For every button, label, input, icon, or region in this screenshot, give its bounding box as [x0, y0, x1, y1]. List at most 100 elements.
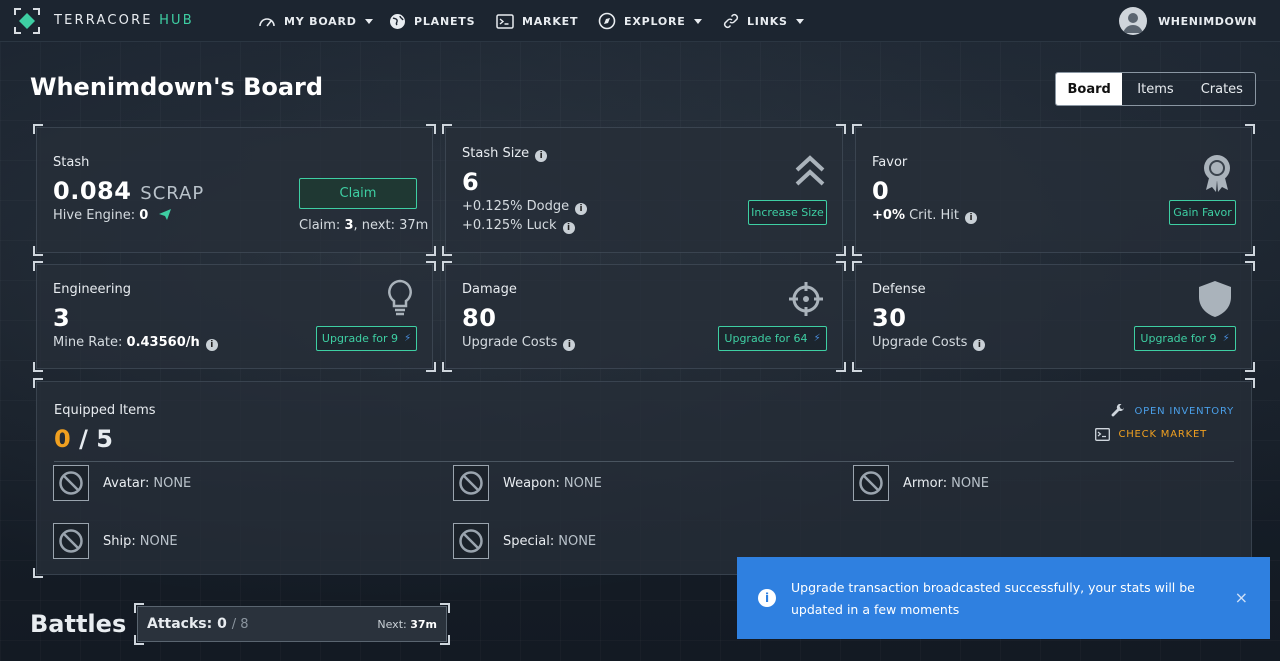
- dodge-stat: +0.125% Dodge i: [462, 199, 588, 215]
- bolt-icon: ⚡: [404, 333, 412, 344]
- page-title: Whenimdown's Board: [30, 73, 324, 101]
- increase-size-button[interactable]: Increase Size: [748, 200, 827, 225]
- bolt-icon: ⚡: [813, 333, 821, 344]
- gain-favor-button[interactable]: Gain Favor: [1169, 200, 1236, 225]
- chevron-down-icon: [693, 18, 702, 24]
- slot-ship[interactable]: Ship: NONE: [53, 523, 178, 559]
- close-icon[interactable]: ×: [1235, 588, 1248, 607]
- defense-card: Defense 30 Upgrade Costs i Upgrade for 9 ⚡: [852, 261, 1255, 372]
- nav-links[interactable]: LINKS: [723, 0, 804, 42]
- info-icon[interactable]: i: [205, 339, 218, 351]
- claim-info: Claim: 3, next: 37m: [299, 218, 429, 233]
- tab-crates[interactable]: Crates: [1189, 73, 1255, 105]
- info-icon[interactable]: i: [562, 222, 575, 234]
- claim-button[interactable]: Claim: [299, 178, 417, 209]
- send-icon[interactable]: [158, 208, 172, 225]
- nav-market-label: MARKET: [522, 14, 579, 28]
- user-menu[interactable]: WHENIMDOWN: [1119, 0, 1257, 42]
- slot-empty-icon: [453, 465, 489, 501]
- toast-message: Upgrade transaction broadcasted successf…: [791, 580, 1195, 617]
- info-icon[interactable]: i: [973, 339, 986, 351]
- attacks-panel: Attacks: 0 / 8 Next: 37m: [134, 603, 450, 645]
- terracore-logo-icon: [13, 7, 41, 35]
- shield-icon: [1197, 280, 1233, 322]
- favor-label: Favor: [872, 155, 908, 170]
- lightbulb-icon: [386, 279, 414, 321]
- slot-empty-icon: [53, 465, 89, 501]
- slot-special[interactable]: Special: NONE: [453, 523, 596, 559]
- stash-size-label: Stash Size i: [462, 146, 548, 162]
- compass-icon: [598, 12, 616, 30]
- top-navbar: TERRACORE HUB MY BOARD PLANETS MARKET EX…: [0, 0, 1280, 42]
- attacks-next: Next: 37m: [377, 618, 437, 631]
- open-inventory-link[interactable]: OPEN INVENTORY: [1111, 404, 1234, 419]
- board-tabs: Board Items Crates: [1055, 72, 1256, 106]
- award-badge-icon: [1201, 153, 1233, 197]
- favor-value: 0: [872, 177, 890, 205]
- nav-my-board-label: MY BOARD: [284, 14, 357, 28]
- battles-title: Battles: [30, 610, 127, 638]
- favor-card: Favor 0 +0% Crit. Hit i Gain Favor: [852, 124, 1255, 256]
- info-icon[interactable]: i: [575, 203, 588, 215]
- nav-explore[interactable]: EXPLORE: [598, 0, 702, 42]
- nav-planets[interactable]: PLANETS: [389, 0, 475, 42]
- info-icon[interactable]: i: [563, 339, 576, 351]
- crit-hit-stat: +0% Crit. Hit i: [872, 208, 977, 224]
- crosshair-icon: [788, 281, 824, 321]
- damage-upgrade-costs: Upgrade Costs i: [462, 335, 576, 351]
- luck-stat: +0.125% Luck i: [462, 218, 575, 234]
- equipped-count: 0 / 5: [54, 425, 113, 453]
- slot-armor[interactable]: Armor: NONE: [853, 465, 989, 501]
- damage-value: 80: [462, 304, 497, 332]
- avatar: [1119, 7, 1148, 35]
- brand[interactable]: TERRACORE HUB: [13, 7, 194, 35]
- info-icon[interactable]: i: [535, 150, 548, 162]
- tab-items[interactable]: Items: [1122, 73, 1188, 105]
- wrench-icon: [1111, 404, 1126, 419]
- chevron-down-icon: [795, 18, 804, 24]
- slot-weapon[interactable]: Weapon: NONE: [453, 465, 602, 501]
- mine-rate-stat: Mine Rate: 0.43560/h i: [53, 335, 218, 351]
- engineering-value: 3: [53, 304, 71, 332]
- upgrade-defense-button[interactable]: Upgrade for 9 ⚡: [1134, 326, 1236, 351]
- globe-icon: [389, 13, 406, 30]
- username: WHENIMDOWN: [1158, 14, 1257, 28]
- nav-links-label: LINKS: [747, 14, 788, 28]
- stash-unit: SCRAP: [140, 183, 205, 204]
- engineering-card: Engineering 3 Mine Rate: 0.43560/h i Upgr…: [33, 261, 436, 372]
- info-icon: i: [758, 589, 776, 607]
- gauge-icon: [258, 14, 276, 28]
- upgrade-damage-button[interactable]: Upgrade for 64 ⚡: [718, 326, 827, 351]
- equipped-items-card: Equipped Items 0 / 5 OPEN INVENTORY CHEC…: [33, 378, 1255, 578]
- bolt-icon: ⚡: [1222, 333, 1230, 344]
- tab-board[interactable]: Board: [1056, 73, 1123, 105]
- notification-toast: i Upgrade transaction broadcasted succes…: [737, 557, 1270, 639]
- attacks-count: Attacks: 0 / 8: [147, 616, 249, 632]
- chevron-down-icon: [364, 18, 373, 24]
- equipped-items-label: Equipped Items: [54, 403, 156, 418]
- hive-engine-info: Hive Engine: 0: [53, 208, 172, 225]
- slot-avatar[interactable]: Avatar: NONE: [53, 465, 191, 501]
- slot-empty-icon: [453, 523, 489, 559]
- slot-empty-icon: [853, 465, 889, 501]
- defense-label: Defense: [872, 282, 926, 297]
- engineering-label: Engineering: [53, 282, 131, 297]
- link-icon: [723, 13, 739, 29]
- brand-name: TERRACORE HUB: [54, 13, 194, 28]
- divider: [54, 461, 1234, 462]
- stash-card: Stash 0.084 SCRAP Hive Engine: 0 Claim C…: [33, 124, 436, 256]
- nav-market[interactable]: MARKET: [496, 0, 578, 42]
- defense-upgrade-costs: Upgrade Costs i: [872, 335, 986, 351]
- upgrade-engineering-button[interactable]: Upgrade for 9 ⚡: [316, 326, 417, 351]
- info-icon[interactable]: i: [965, 212, 977, 224]
- stash-amount: 0.084 SCRAP: [53, 177, 205, 205]
- nav-my-board[interactable]: MY BOARD: [258, 0, 373, 42]
- nav-explore-label: EXPLORE: [624, 14, 686, 28]
- check-market-link[interactable]: CHECK MARKET: [1095, 428, 1207, 441]
- damage-label: Damage: [462, 282, 517, 297]
- stash-size-card: Stash Size i 6 +0.125% Dodge i +0.125% Luc…: [442, 124, 846, 256]
- nav-planets-label: PLANETS: [414, 14, 476, 28]
- defense-value: 30: [872, 304, 907, 332]
- damage-card: Damage 80 Upgrade Costs i Upgrade for 64 ⚡: [442, 261, 846, 372]
- slot-empty-icon: [53, 523, 89, 559]
